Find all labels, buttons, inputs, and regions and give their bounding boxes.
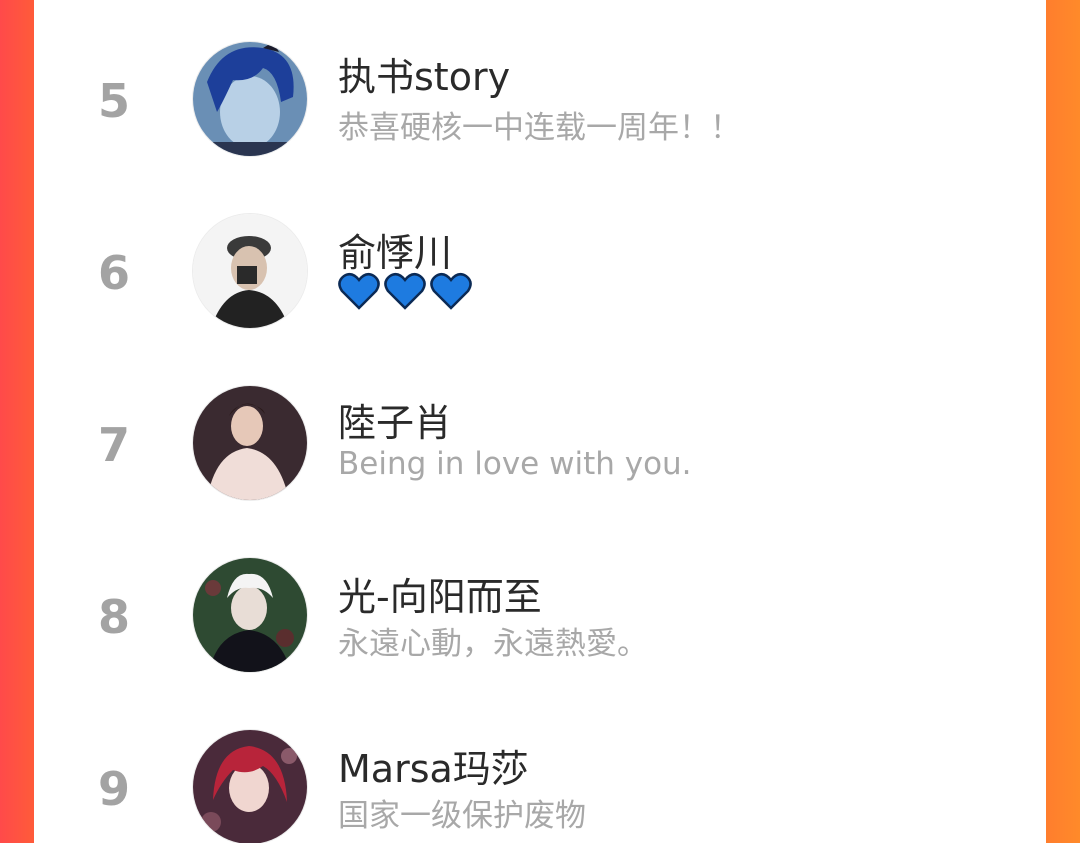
ranking-panel: 5 执书story 恭喜硬核一中连载一周年！！ 6 俞悸川 7 陸子肖 Bein… [34, 0, 1046, 843]
avatar[interactable] [193, 42, 307, 156]
user-name[interactable]: 执书story [338, 46, 510, 101]
user-signature: Being in love with you. [338, 446, 692, 482]
user-signature: 永遠心動，永遠熱愛。 [338, 626, 648, 662]
user-name[interactable]: 光-向阳而至 [338, 566, 542, 621]
user-signature: 恭喜硬核一中连载一周年！！ [338, 110, 741, 146]
rank-number: 5 [97, 74, 130, 128]
ranking-row[interactable]: 8 光-向阳而至 永遠心動，永遠熱愛。 [34, 538, 1046, 688]
rank-number: 7 [97, 418, 130, 472]
blue-heart-icon [430, 272, 472, 310]
avatar[interactable] [193, 558, 307, 672]
user-name[interactable]: 陸子肖 [338, 392, 452, 447]
blue-heart-icon [384, 272, 426, 310]
avatar[interactable] [193, 730, 307, 843]
rank-number: 9 [97, 762, 130, 816]
ranking-row[interactable]: 9 Marsa玛莎 国家一级保护废物 [34, 710, 1046, 843]
rank-number: 6 [97, 246, 130, 300]
rank-number: 8 [97, 590, 130, 644]
user-signature: 国家一级保护废物 [338, 798, 586, 834]
user-signature [338, 272, 472, 310]
ranking-row[interactable]: 5 执书story 恭喜硬核一中连载一周年！！ [34, 22, 1046, 172]
avatar[interactable] [193, 386, 307, 500]
blue-heart-icon [338, 272, 380, 310]
ranking-row[interactable]: 7 陸子肖 Being in love with you. [34, 366, 1046, 516]
user-name[interactable]: 俞悸川 [338, 222, 452, 277]
ranking-row[interactable]: 6 俞悸川 [34, 194, 1046, 344]
user-name[interactable]: Marsa玛莎 [338, 738, 529, 793]
avatar[interactable] [193, 214, 307, 328]
